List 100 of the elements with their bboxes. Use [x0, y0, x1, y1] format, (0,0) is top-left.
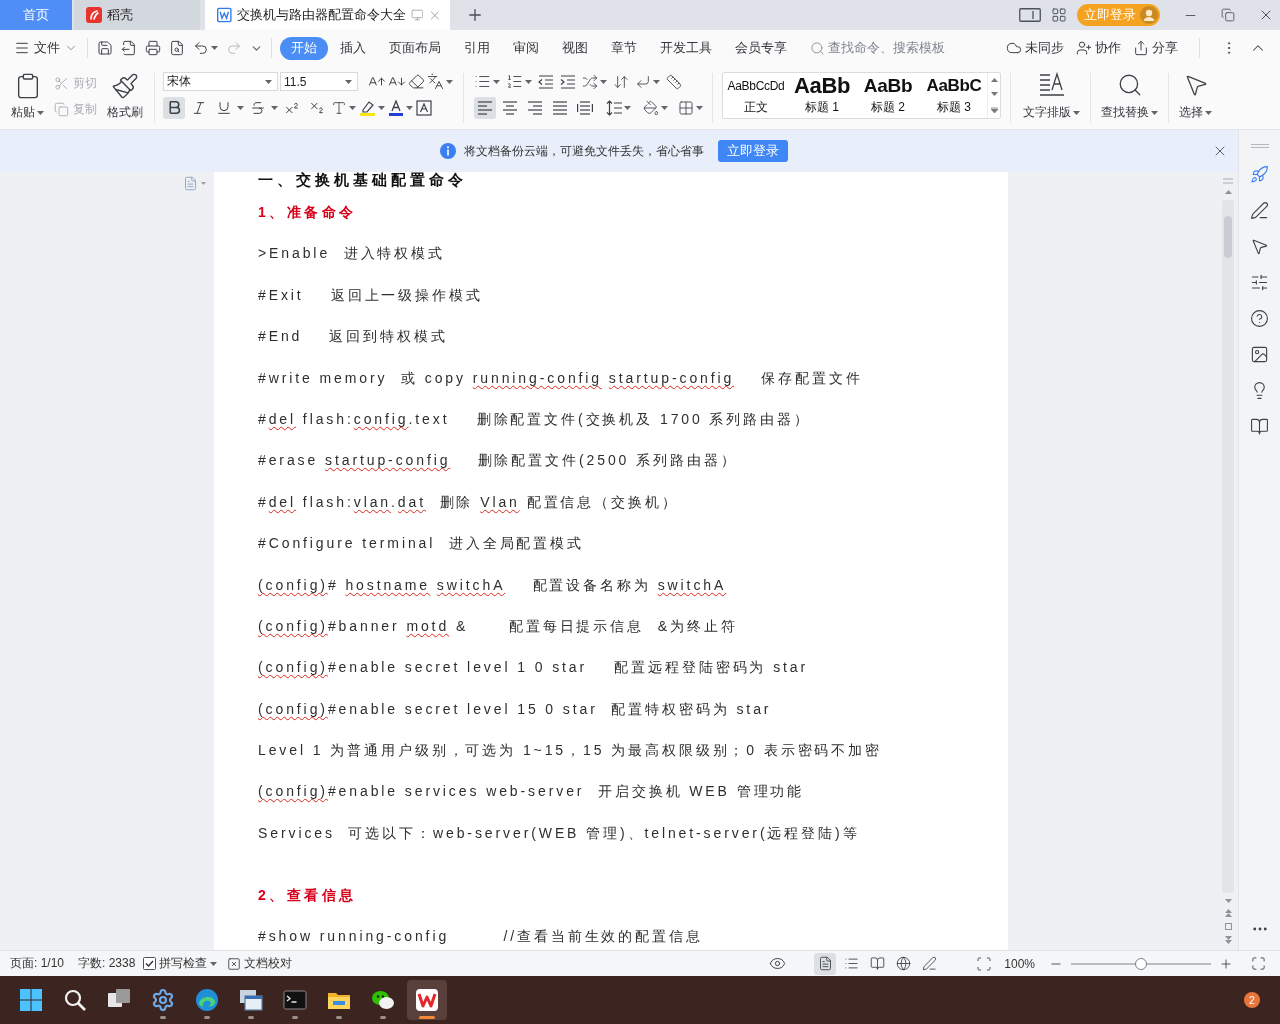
sync-button[interactable]: 未同步 — [1006, 39, 1064, 57]
language-icon[interactable] — [427, 73, 444, 90]
grid-icon[interactable] — [678, 99, 694, 116]
sliders-icon[interactable] — [1250, 273, 1269, 292]
style-option[interactable]: AaBbC 标题 3 — [921, 73, 987, 118]
rocket-icon[interactable] — [1250, 165, 1269, 184]
command-search-field[interactable]: 查找命令、搜索模板 — [828, 41, 946, 55]
file-search-icon[interactable] — [169, 40, 185, 56]
undo-icon[interactable] — [193, 40, 209, 56]
ribbon-tab[interactable]: 会员专享 — [724, 36, 798, 60]
format-painter-button[interactable]: 格式刷 — [104, 71, 146, 123]
caret-icon[interactable] — [600, 79, 607, 84]
font-family-select[interactable]: 宋体 — [163, 72, 278, 91]
line-spacing-icon[interactable] — [606, 99, 622, 116]
scroll-up-icon[interactable] — [990, 78, 998, 83]
style-option[interactable]: AaBb 标题 1 — [789, 73, 855, 118]
printer-icon[interactable] — [145, 40, 161, 56]
image-icon[interactable] — [1250, 345, 1269, 364]
caret-icon[interactable] — [237, 105, 244, 110]
eraser-icon[interactable] — [408, 73, 425, 90]
apps-grid-icon[interactable] — [1051, 7, 1067, 23]
share-button[interactable]: 分享 — [1133, 39, 1178, 57]
ribbon-tab[interactable]: 审阅 — [502, 36, 550, 60]
file-menu[interactable]: 文件 — [14, 39, 78, 57]
caret-icon[interactable] — [1205, 110, 1212, 115]
tab[interactable]: 稻壳 — [74, 0, 200, 30]
help-icon[interactable] — [1250, 309, 1269, 328]
style-option[interactable]: AaBbCcDd 正文 — [723, 73, 789, 118]
eye-icon[interactable] — [769, 955, 787, 972]
scroll-up-icon[interactable] — [1224, 190, 1232, 194]
page-view-button[interactable] — [814, 952, 837, 975]
scroll-down-icon[interactable] — [1224, 899, 1232, 903]
paint-bucket-icon[interactable] — [643, 99, 659, 116]
caret-icon[interactable] — [653, 79, 660, 84]
ruler-icon[interactable] — [666, 73, 682, 90]
caret-icon[interactable] — [493, 79, 500, 84]
align-left-button[interactable] — [474, 96, 496, 119]
text-layout-button[interactable]: 文字排版 — [1020, 71, 1083, 123]
browse-object-icon[interactable] — [1224, 923, 1232, 930]
caret-icon[interactable] — [349, 105, 356, 110]
caret-icon[interactable] — [271, 105, 278, 110]
save-icon[interactable] — [97, 40, 113, 56]
indent-decrease-icon[interactable] — [538, 74, 554, 89]
caret-icon[interactable] — [37, 110, 44, 115]
proofread-button[interactable]: 文档校对 — [227, 955, 293, 972]
ribbon-tab[interactable]: 页面布局 — [378, 36, 452, 60]
bold-toggle[interactable] — [163, 96, 185, 119]
highlighter-icon[interactable] — [359, 99, 376, 116]
caret-icon[interactable] — [406, 105, 413, 110]
new-tab-icon[interactable] — [466, 6, 484, 24]
ribbon-tab[interactable]: 开发工具 — [649, 36, 723, 60]
taskbar-button[interactable] — [407, 980, 447, 1020]
caret-icon[interactable] — [265, 79, 272, 84]
pen-icon[interactable] — [1250, 201, 1269, 220]
caret-icon[interactable] — [696, 105, 703, 110]
caret-icon[interactable] — [211, 46, 218, 50]
font-color-icon[interactable] — [388, 99, 404, 116]
ribbon-tab[interactable]: 视图 — [551, 36, 599, 60]
caret-icon[interactable] — [1073, 110, 1080, 115]
grip-icon[interactable] — [1250, 144, 1269, 148]
ribbon-tab[interactable]: 章节 — [600, 36, 648, 60]
login-button[interactable]: 立即登录 — [718, 140, 788, 162]
scroll-down-icon[interactable] — [990, 92, 998, 97]
text-icon[interactable] — [331, 99, 347, 116]
scrollbar-thumb[interactable] — [1224, 216, 1232, 258]
collaborate-button[interactable]: 协作 — [1076, 39, 1121, 57]
indent-increase-icon[interactable] — [560, 74, 576, 89]
file-export-icon[interactable] — [121, 40, 137, 56]
font-size-select[interactable]: 11.5 — [280, 72, 358, 91]
caret-icon[interactable] — [525, 79, 532, 84]
ribbon-tab[interactable]: 引用 — [453, 36, 501, 60]
caret-icon[interactable] — [1151, 110, 1158, 115]
book-icon[interactable] — [1250, 417, 1269, 436]
select-button[interactable]: 选择 — [1176, 71, 1215, 123]
numbered-list-icon[interactable] — [506, 73, 523, 90]
next-page-icon[interactable] — [1224, 936, 1232, 944]
caret-icon[interactable] — [446, 79, 453, 84]
caret-icon[interactable] — [661, 105, 668, 110]
crossed-arrows-icon[interactable] — [582, 73, 598, 90]
caret-icon[interactable] — [378, 105, 385, 110]
return-arrow-icon[interactable] — [635, 73, 651, 90]
split-handle-icon[interactable] — [1223, 178, 1233, 184]
spell-check-toggle[interactable]: 拼写检查 — [143, 955, 218, 972]
character-border-icon[interactable] — [416, 99, 432, 116]
expand-gallery-icon[interactable] — [990, 106, 998, 113]
ribbon-tab[interactable]: 插入 — [329, 36, 377, 60]
caret-icon[interactable] — [210, 961, 218, 966]
style-option[interactable]: AaBb 标题 2 — [855, 73, 921, 118]
scrollbar-track[interactable] — [1222, 200, 1234, 893]
bullet-list-icon[interactable] — [474, 73, 491, 90]
fullscreen-icon[interactable] — [1251, 956, 1266, 971]
zoom-slider-thumb[interactable] — [1135, 957, 1147, 970]
find-replace-button[interactable]: 查找替换 — [1098, 71, 1161, 123]
restore-icon[interactable] — [1221, 8, 1235, 22]
previous-page-icon[interactable] — [1224, 909, 1232, 917]
window-layout-icon[interactable] — [1019, 8, 1041, 22]
caret-icon[interactable] — [345, 79, 352, 84]
search-icon[interactable] — [810, 40, 825, 56]
paste-button[interactable]: 粘贴 — [8, 71, 47, 123]
pointer-icon[interactable] — [1250, 237, 1269, 256]
